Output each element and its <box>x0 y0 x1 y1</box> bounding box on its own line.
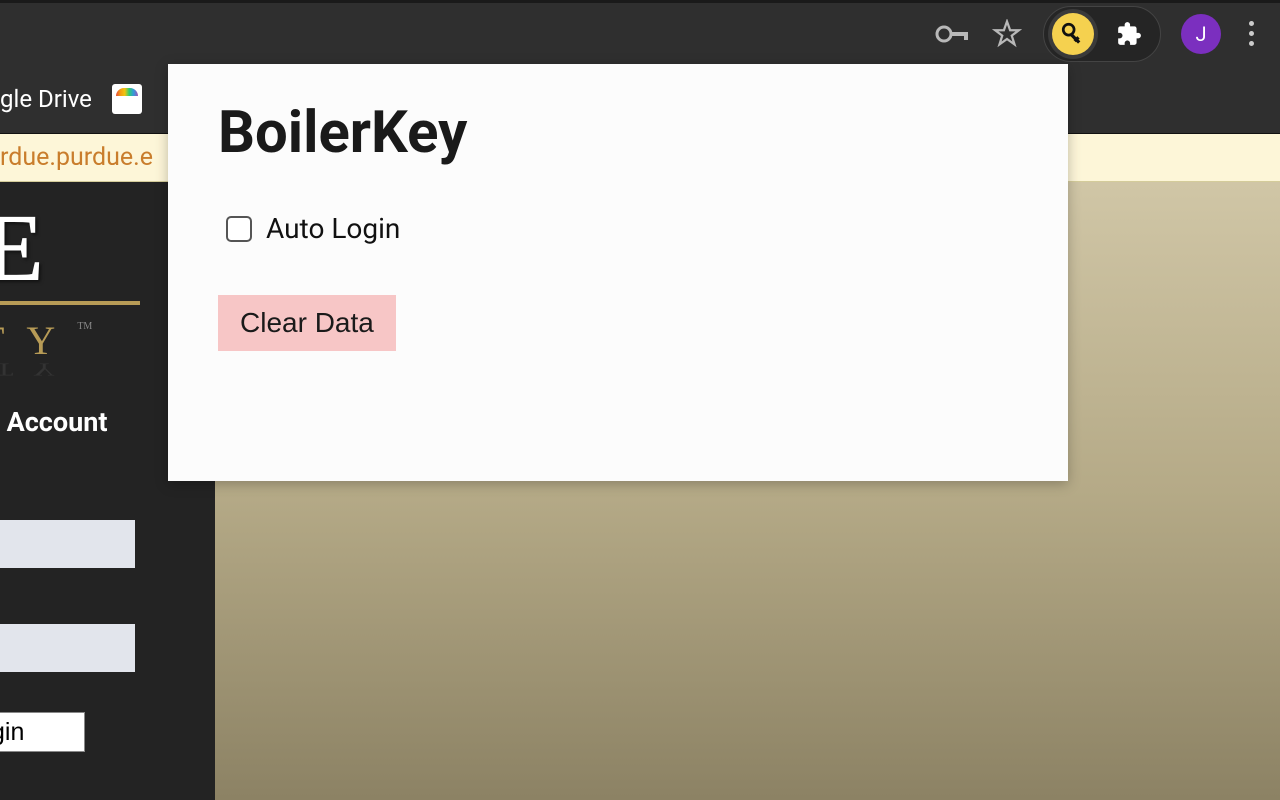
clear-data-button[interactable]: Clear Data <box>218 295 396 351</box>
auto-login-row[interactable]: Auto Login <box>226 212 1018 245</box>
bookmark-item-icon[interactable] <box>112 84 142 114</box>
bookmark-item-drive[interactable]: gle Drive <box>0 85 92 113</box>
password-key-icon[interactable] <box>935 16 971 52</box>
bookmark-star-icon[interactable] <box>991 18 1023 50</box>
auto-login-checkbox[interactable] <box>226 216 252 242</box>
username-field[interactable] <box>0 520 135 568</box>
active-extension-icon[interactable] <box>1052 13 1094 55</box>
browser-chrome-bar: J <box>0 0 1280 64</box>
login-button[interactable]: gin <box>0 712 85 752</box>
notice-text: rdue.purdue.e <box>0 143 153 172</box>
extension-popup: BoilerKey Auto Login Clear Data <box>168 64 1068 481</box>
avatar-letter: J <box>1195 22 1206 46</box>
popup-title: BoilerKey <box>218 99 1018 167</box>
extensions-pill <box>1043 6 1161 62</box>
profile-avatar[interactable]: J <box>1181 14 1221 54</box>
extensions-puzzle-icon[interactable] <box>1114 19 1144 49</box>
password-field[interactable] <box>0 624 135 672</box>
school-sub-text: TYTM <box>0 317 140 364</box>
browser-menu-icon[interactable] <box>1241 13 1262 54</box>
auto-login-label: Auto Login <box>266 212 400 245</box>
